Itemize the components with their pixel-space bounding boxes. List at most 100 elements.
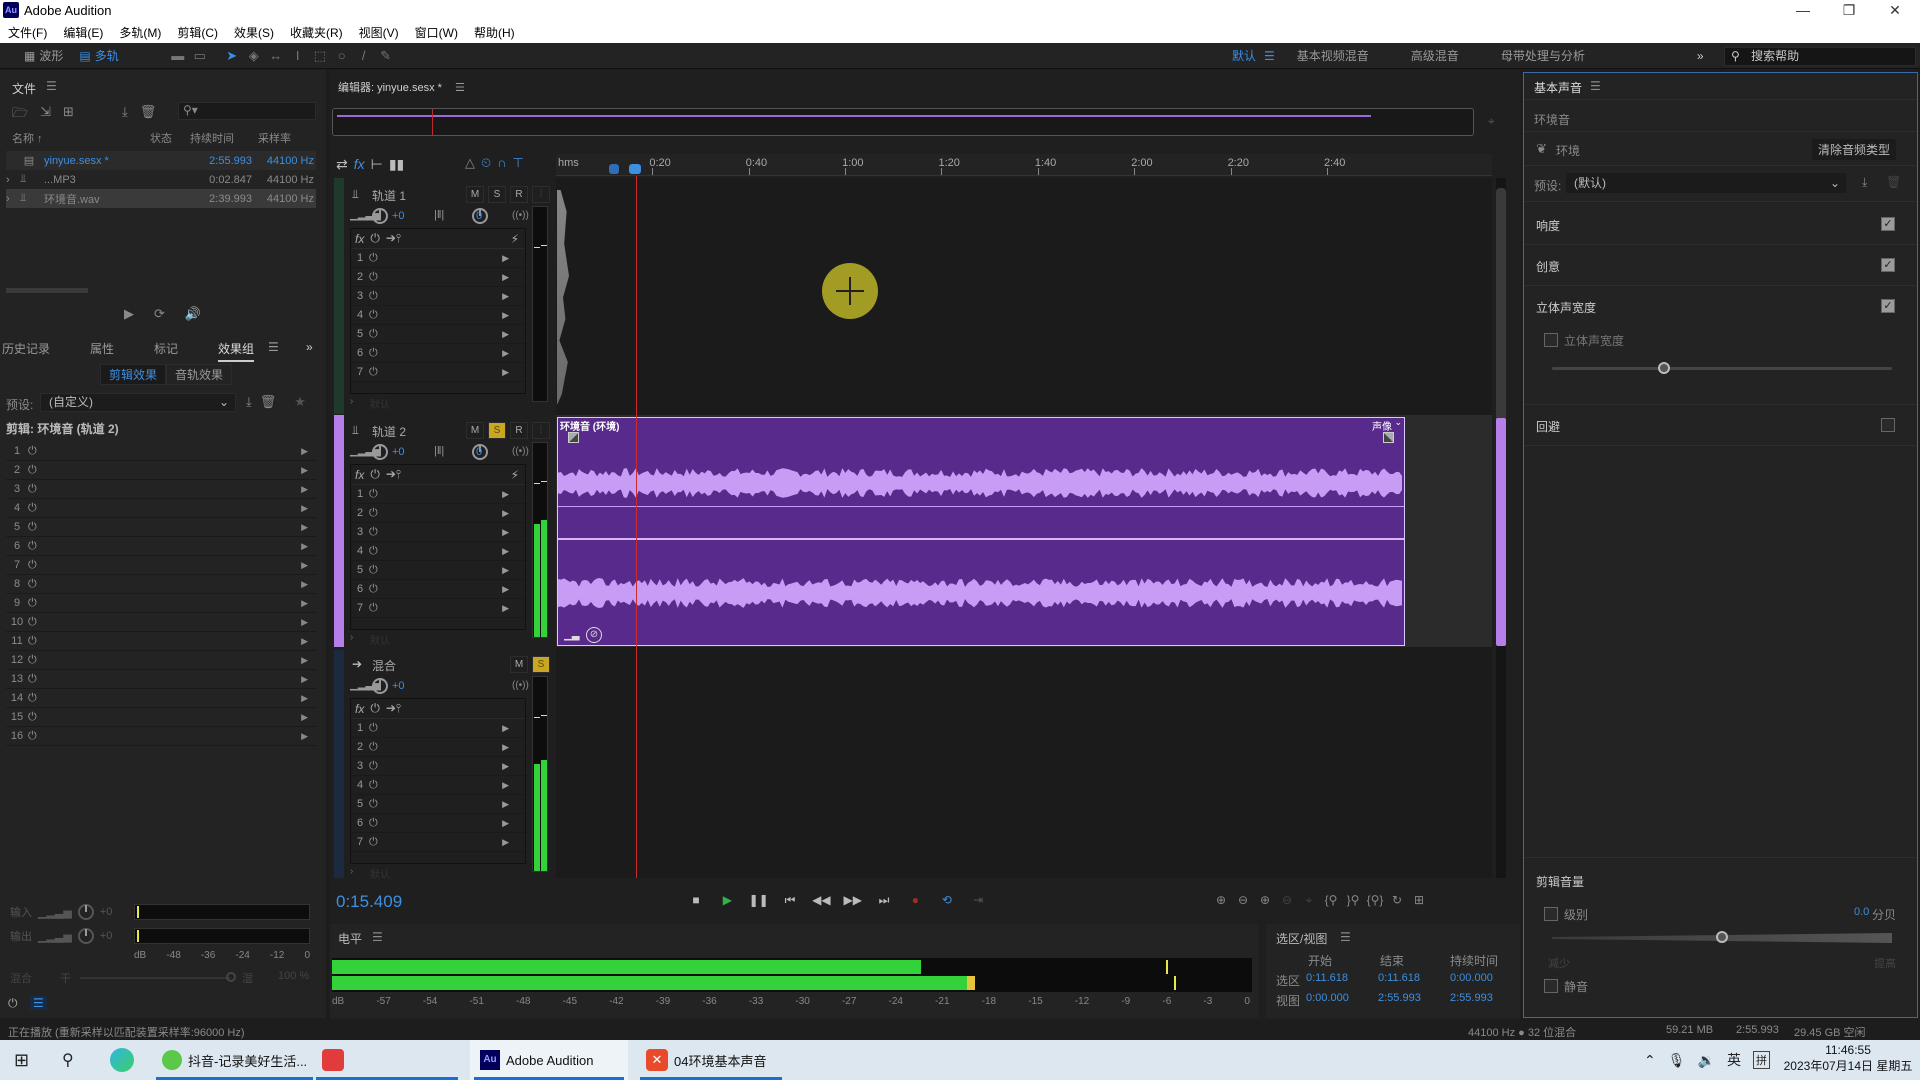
effect-slot[interactable]: 1 ⏻ ▶ bbox=[6, 442, 316, 461]
view-start-value[interactable]: 0:00.000 bbox=[1306, 992, 1349, 1004]
tab-markers[interactable]: 标记 bbox=[154, 340, 178, 357]
slot-menu-arrow-icon[interactable]: ▶ bbox=[301, 541, 308, 552]
clip-pan-line[interactable] bbox=[558, 538, 1404, 540]
es-preset-dropdown[interactable]: (默认) ⌄ bbox=[1566, 173, 1846, 193]
clip-fx-knob-icon[interactable]: ⊘ bbox=[586, 627, 602, 643]
slot-power-icon[interactable]: ⏻ bbox=[369, 328, 385, 341]
es-group-loudness[interactable]: 响度 ✓ bbox=[1524, 205, 1917, 245]
column-status[interactable]: 状态 bbox=[150, 130, 172, 146]
slot-power-icon[interactable]: ⏻ bbox=[28, 483, 46, 496]
es-group-stereo-width[interactable]: 立体声宽度 ✓ 立体声宽度 bbox=[1524, 287, 1917, 405]
selection-duration-value[interactable]: 0:00.000 bbox=[1450, 972, 1493, 984]
zoom-in-point-icon[interactable]: {⚲ bbox=[1320, 893, 1342, 908]
slot-menu-arrow-icon[interactable]: ▶ bbox=[301, 446, 308, 457]
slot-power-icon[interactable]: ⏻ bbox=[28, 730, 46, 743]
edge-dev-icon[interactable] bbox=[110, 1048, 134, 1072]
es-save-preset-icon[interactable]: ⤓ bbox=[1862, 175, 1867, 190]
speaker-icon[interactable]: 🔉 bbox=[1698, 1052, 1715, 1069]
slot-menu-arrow-icon[interactable]: ▶ bbox=[301, 484, 308, 495]
zoom-out-point-icon[interactable]: }⚲ bbox=[1342, 893, 1364, 908]
slot-power-icon[interactable]: ⏻ bbox=[28, 711, 46, 724]
taskbar-app-audition[interactable]: Au Adobe Audition bbox=[470, 1040, 628, 1080]
rack-list-icon[interactable]: ☰ bbox=[30, 996, 47, 1010]
favorite-star-icon[interactable]: ★ bbox=[294, 394, 306, 410]
slot-menu-arrow-icon[interactable]: ▶ bbox=[301, 579, 308, 590]
zoom-reset-icon[interactable]: ↻ bbox=[1386, 893, 1408, 908]
tab-clip-effects[interactable]: 剪辑效果 bbox=[100, 364, 167, 385]
slot-power-icon[interactable]: ⏻ bbox=[369, 252, 385, 265]
slot-power-icon[interactable]: ⏻ bbox=[369, 545, 385, 558]
slot-menu-arrow-icon[interactable]: ▶ bbox=[301, 655, 308, 666]
effect-slot[interactable]: 15 ⏻ ▶ bbox=[6, 708, 316, 727]
minimize-button[interactable]: — bbox=[1780, 0, 1826, 22]
slot-power-icon[interactable]: ⏻ bbox=[369, 798, 385, 811]
es-group-checkbox[interactable] bbox=[1881, 418, 1895, 432]
fade-out-handle[interactable] bbox=[1383, 432, 1394, 443]
effect-slot[interactable]: 3 ⏻ ▶ bbox=[351, 287, 525, 306]
spectral-display-icon[interactable]: ▬ bbox=[167, 46, 189, 66]
slot-power-icon[interactable]: ⏻ bbox=[369, 583, 385, 596]
effect-slot[interactable]: 4 ⏻ ▶ bbox=[6, 499, 316, 518]
import-file-icon[interactable]: ⇲ bbox=[40, 104, 51, 126]
new-file-icon[interactable]: ⊞ bbox=[63, 104, 74, 126]
help-search-input[interactable]: ⚲ 搜索帮助 bbox=[1724, 47, 1916, 66]
effect-slot[interactable]: 1 ⏻ ▶ bbox=[351, 485, 525, 504]
file-row[interactable]: › ⫫ ...MP3 0:02.847 44100 Hz bbox=[6, 170, 316, 189]
slot-menu-arrow-icon[interactable]: ▶ bbox=[502, 837, 509, 848]
slot-menu-arrow-icon[interactable]: ▶ bbox=[502, 761, 509, 772]
spectral-pitch-icon[interactable]: ▭ bbox=[189, 46, 211, 66]
effect-slot[interactable]: 2 ⏻ ▶ bbox=[351, 738, 525, 757]
timecode-sync-icon[interactable]: ⏲ bbox=[481, 155, 491, 171]
input-monitor-button[interactable]: ⁞ bbox=[532, 186, 550, 203]
slot-power-icon[interactable]: ⏻ bbox=[369, 602, 385, 615]
solo-button[interactable]: S bbox=[488, 186, 506, 203]
effect-slot[interactable]: 2 ⏻ ▶ bbox=[351, 504, 525, 523]
output-routing[interactable]: 默认 bbox=[370, 396, 390, 411]
slot-menu-arrow-icon[interactable]: ▶ bbox=[301, 617, 308, 628]
preview-autoplay-icon[interactable]: 🔊 bbox=[185, 306, 201, 322]
panel-overflow-icon[interactable]: » bbox=[306, 340, 313, 354]
menu-file[interactable]: 文件(F) bbox=[8, 24, 47, 41]
play-icon[interactable]: ▶ bbox=[713, 893, 741, 907]
effect-slot[interactable]: 6 ⏻ ▶ bbox=[6, 537, 316, 556]
slot-power-icon[interactable]: ⏻ bbox=[28, 445, 46, 458]
slot-power-icon[interactable]: ⏻ bbox=[28, 597, 46, 610]
clip-menu-chevron-icon[interactable]: ⌄ bbox=[1394, 417, 1402, 428]
zoom-out-amplitude-icon[interactable]: ⊖ bbox=[1232, 893, 1254, 908]
close-button[interactable]: ✕ bbox=[1872, 0, 1918, 22]
effects-rack-menu-icon[interactable]: ☰ bbox=[268, 340, 279, 354]
editor-tab[interactable]: 编辑器: yinyue.sesx * ☰ bbox=[338, 79, 465, 95]
effect-slot[interactable]: 3 ⏻ ▶ bbox=[351, 523, 525, 542]
selection-end-value[interactable]: 0:11.618 bbox=[1378, 972, 1420, 984]
slot-power-icon[interactable]: ⏻ bbox=[369, 309, 385, 322]
level-panel-menu-icon[interactable]: ☰ bbox=[372, 930, 383, 944]
effect-slot[interactable]: 7 ⏻ ▶ bbox=[351, 599, 525, 618]
lightning-icon[interactable]: ⚡ bbox=[511, 468, 519, 482]
track-name[interactable]: 轨道 1 bbox=[372, 187, 406, 204]
column-sample-rate[interactable]: 采样率 bbox=[258, 130, 291, 146]
slot-menu-arrow-icon[interactable]: ▶ bbox=[502, 272, 509, 283]
record-icon[interactable]: ● bbox=[901, 893, 929, 907]
slot-power-icon[interactable]: ⏻ bbox=[369, 366, 385, 379]
slot-menu-arrow-icon[interactable]: ▶ bbox=[502, 584, 509, 595]
fx-toggle-icon[interactable]: fx bbox=[354, 156, 365, 173]
zoom-track-icon[interactable]: ⊞ bbox=[1408, 893, 1430, 908]
pan-value[interactable]: 0 bbox=[476, 210, 482, 222]
slot-menu-arrow-icon[interactable]: ▶ bbox=[502, 508, 509, 519]
column-duration[interactable]: 持续时间 bbox=[190, 130, 234, 146]
column-name[interactable]: 名称 ↑ bbox=[12, 130, 43, 146]
effect-slot[interactable]: 5 ⏻ ▶ bbox=[6, 518, 316, 537]
slot-power-icon[interactable]: ⏻ bbox=[28, 521, 46, 534]
skip-selection-icon[interactable]: ⇥ bbox=[964, 893, 992, 907]
workspace-advanced-mix[interactable]: 高级混音 bbox=[1411, 47, 1459, 64]
slot-menu-arrow-icon[interactable]: ▶ bbox=[502, 603, 509, 614]
loop-icon[interactable]: ⟲ bbox=[933, 893, 961, 907]
mute-button[interactable]: M bbox=[466, 186, 484, 203]
level-value[interactable]: 0.0 bbox=[1854, 906, 1869, 918]
slot-power-icon[interactable]: ⏻ bbox=[28, 635, 46, 648]
slot-menu-arrow-icon[interactable]: ▶ bbox=[502, 348, 509, 359]
sends-expand-icon[interactable]: › bbox=[350, 632, 353, 643]
snap-magnet-icon[interactable]: ∩ bbox=[497, 155, 506, 171]
selection-view-menu-icon[interactable]: ☰ bbox=[1340, 930, 1351, 944]
slot-menu-arrow-icon[interactable]: ▶ bbox=[502, 489, 509, 500]
